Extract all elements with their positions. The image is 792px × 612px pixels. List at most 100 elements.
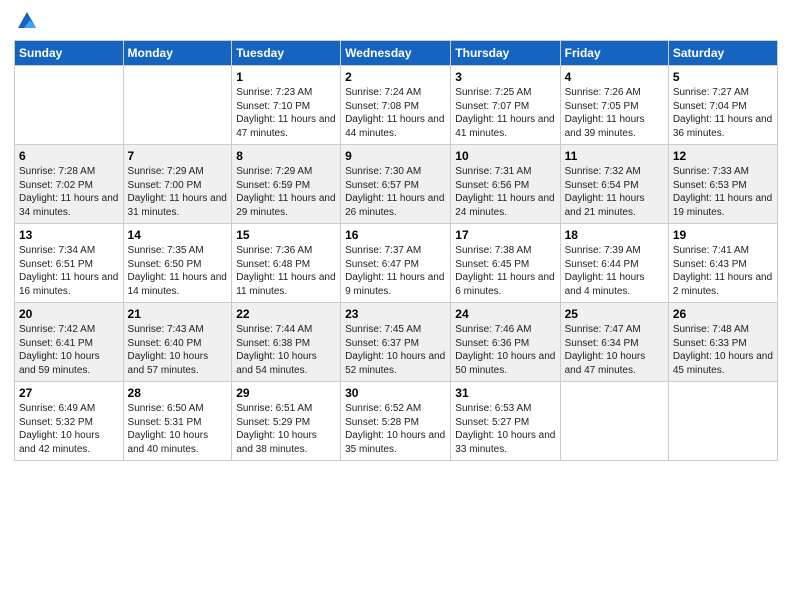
- calendar-week-4: 20Sunrise: 7:42 AMSunset: 6:41 PMDayligh…: [15, 303, 778, 382]
- day-number: 22: [236, 307, 336, 321]
- calendar-table: SundayMondayTuesdayWednesdayThursdayFrid…: [14, 40, 778, 461]
- day-info: Sunrise: 7:38 AMSunset: 6:45 PMDaylight:…: [455, 244, 555, 298]
- day-info: Sunrise: 7:35 AMSunset: 6:50 PMDaylight:…: [128, 244, 228, 298]
- day-info: Sunrise: 7:48 AMSunset: 6:33 PMDaylight:…: [673, 323, 773, 377]
- calendar-week-3: 13 Sunrise: 7:34 AMSunset: 6:51 PMDayligh…: [15, 224, 778, 303]
- calendar-cell: 13 Sunrise: 7:34 AMSunset: 6:51 PMDayligh…: [15, 224, 124, 303]
- calendar-cell: [15, 66, 124, 145]
- calendar-cell: 14 Sunrise: 7:35 AMSunset: 6:50 PMDayligh…: [123, 224, 232, 303]
- day-info: Sunrise: 6:51 AMSunset: 5:29 PMDaylight:…: [236, 402, 336, 456]
- day-info: Sunrise: 7:31 AMSunset: 6:56 PMDaylight:…: [455, 165, 555, 219]
- calendar-cell: 30Sunrise: 6:52 AMSunset: 5:28 PMDayligh…: [341, 382, 451, 461]
- day-number: 25: [565, 307, 664, 321]
- day-info: Sunrise: 7:41 AMSunset: 6:43 PMDaylight:…: [673, 244, 773, 298]
- day-number: 24: [455, 307, 555, 321]
- day-number: 30: [345, 386, 446, 400]
- calendar-cell: 12 Sunrise: 7:33 AMSunset: 6:53 PMDayligh…: [668, 145, 777, 224]
- calendar-header-sunday: Sunday: [15, 41, 124, 66]
- calendar-week-5: 27 Sunrise: 6:49 AMSunset: 5:32 PMDayligh…: [15, 382, 778, 461]
- calendar-cell: 19 Sunrise: 7:41 AMSunset: 6:43 PMDayligh…: [668, 224, 777, 303]
- calendar-body: 1Sunrise: 7:23 AMSunset: 7:10 PMDaylight…: [15, 66, 778, 461]
- day-info: Sunrise: 7:26 AMSunset: 7:05 PMDaylight:…: [565, 86, 664, 140]
- day-number: 31: [455, 386, 555, 400]
- day-number: 15: [236, 228, 336, 242]
- day-number: 14: [128, 228, 228, 242]
- page: SundayMondayTuesdayWednesdayThursdayFrid…: [0, 0, 792, 612]
- day-info: Sunrise: 7:25 AMSunset: 7:07 PMDaylight:…: [455, 86, 555, 140]
- day-number: 7: [128, 149, 228, 163]
- calendar-cell: 15 Sunrise: 7:36 AMSunset: 6:48 PMDayligh…: [232, 224, 341, 303]
- day-number: 17: [455, 228, 555, 242]
- calendar-cell: 26 Sunrise: 7:48 AMSunset: 6:33 PMDayligh…: [668, 303, 777, 382]
- day-info: Sunrise: 7:30 AMSunset: 6:57 PMDaylight:…: [345, 165, 446, 219]
- calendar-cell: 29 Sunrise: 6:51 AMSunset: 5:29 PMDayligh…: [232, 382, 341, 461]
- calendar-cell: 9 Sunrise: 7:30 AMSunset: 6:57 PMDaylight…: [341, 145, 451, 224]
- day-number: 19: [673, 228, 773, 242]
- day-info: Sunrise: 7:42 AMSunset: 6:41 PMDaylight:…: [19, 323, 119, 377]
- calendar-header-wednesday: Wednesday: [341, 41, 451, 66]
- day-number: 16: [345, 228, 446, 242]
- calendar-week-2: 6Sunrise: 7:28 AMSunset: 7:02 PMDaylight…: [15, 145, 778, 224]
- day-info: Sunrise: 6:50 AMSunset: 5:31 PMDaylight:…: [128, 402, 228, 456]
- calendar-cell: 6Sunrise: 7:28 AMSunset: 7:02 PMDaylight…: [15, 145, 124, 224]
- day-info: Sunrise: 7:29 AMSunset: 6:59 PMDaylight:…: [236, 165, 336, 219]
- day-number: 27: [19, 386, 119, 400]
- calendar-cell: 20Sunrise: 7:42 AMSunset: 6:41 PMDayligh…: [15, 303, 124, 382]
- calendar-cell: 10Sunrise: 7:31 AMSunset: 6:56 PMDayligh…: [451, 145, 560, 224]
- day-info: Sunrise: 7:29 AMSunset: 7:00 PMDaylight:…: [128, 165, 228, 219]
- day-number: 5: [673, 70, 773, 84]
- day-number: 4: [565, 70, 664, 84]
- calendar-cell: 2 Sunrise: 7:24 AMSunset: 7:08 PMDaylight…: [341, 66, 451, 145]
- calendar-header-row: SundayMondayTuesdayWednesdayThursdayFrid…: [15, 41, 778, 66]
- calendar-cell: 17 Sunrise: 7:38 AMSunset: 6:45 PMDayligh…: [451, 224, 560, 303]
- day-info: Sunrise: 7:47 AMSunset: 6:34 PMDaylight:…: [565, 323, 664, 377]
- day-info: Sunrise: 7:24 AMSunset: 7:08 PMDaylight:…: [345, 86, 446, 140]
- calendar-cell: [668, 382, 777, 461]
- calendar-cell: 16 Sunrise: 7:37 AMSunset: 6:47 PMDayligh…: [341, 224, 451, 303]
- calendar-cell: 3 Sunrise: 7:25 AMSunset: 7:07 PMDaylight…: [451, 66, 560, 145]
- day-number: 3: [455, 70, 555, 84]
- day-number: 6: [19, 149, 119, 163]
- calendar-cell: [123, 66, 232, 145]
- day-info: Sunrise: 7:33 AMSunset: 6:53 PMDaylight:…: [673, 165, 773, 219]
- day-info: Sunrise: 7:36 AMSunset: 6:48 PMDaylight:…: [236, 244, 336, 298]
- calendar-cell: 4 Sunrise: 7:26 AMSunset: 7:05 PMDaylight…: [560, 66, 668, 145]
- day-number: 12: [673, 149, 773, 163]
- day-number: 1: [236, 70, 336, 84]
- header: [14, 10, 778, 32]
- day-info: Sunrise: 7:45 AMSunset: 6:37 PMDaylight:…: [345, 323, 446, 377]
- day-number: 13: [19, 228, 119, 242]
- day-info: Sunrise: 6:49 AMSunset: 5:32 PMDaylight:…: [19, 402, 119, 456]
- calendar-cell: 22 Sunrise: 7:44 AMSunset: 6:38 PMDayligh…: [232, 303, 341, 382]
- calendar-week-1: 1Sunrise: 7:23 AMSunset: 7:10 PMDaylight…: [15, 66, 778, 145]
- day-info: Sunrise: 7:46 AMSunset: 6:36 PMDaylight:…: [455, 323, 555, 377]
- day-number: 18: [565, 228, 664, 242]
- calendar-header-friday: Friday: [560, 41, 668, 66]
- day-number: 29: [236, 386, 336, 400]
- day-info: Sunrise: 6:53 AMSunset: 5:27 PMDaylight:…: [455, 402, 555, 456]
- calendar-cell: 28Sunrise: 6:50 AMSunset: 5:31 PMDayligh…: [123, 382, 232, 461]
- calendar-cell: 11Sunrise: 7:32 AMSunset: 6:54 PMDayligh…: [560, 145, 668, 224]
- calendar-cell: [560, 382, 668, 461]
- calendar-cell: 7 Sunrise: 7:29 AMSunset: 7:00 PMDaylight…: [123, 145, 232, 224]
- day-info: Sunrise: 7:27 AMSunset: 7:04 PMDaylight:…: [673, 86, 773, 140]
- day-number: 2: [345, 70, 446, 84]
- day-info: Sunrise: 7:44 AMSunset: 6:38 PMDaylight:…: [236, 323, 336, 377]
- calendar-cell: 25 Sunrise: 7:47 AMSunset: 6:34 PMDayligh…: [560, 303, 668, 382]
- day-number: 11: [565, 149, 664, 163]
- day-number: 9: [345, 149, 446, 163]
- day-number: 26: [673, 307, 773, 321]
- calendar-cell: 8Sunrise: 7:29 AMSunset: 6:59 PMDaylight…: [232, 145, 341, 224]
- day-info: Sunrise: 7:43 AMSunset: 6:40 PMDaylight:…: [128, 323, 228, 377]
- calendar-header-saturday: Saturday: [668, 41, 777, 66]
- day-info: Sunrise: 7:39 AMSunset: 6:44 PMDaylight:…: [565, 244, 664, 298]
- logo: [14, 10, 38, 32]
- calendar-cell: 21Sunrise: 7:43 AMSunset: 6:40 PMDayligh…: [123, 303, 232, 382]
- day-info: Sunrise: 7:37 AMSunset: 6:47 PMDaylight:…: [345, 244, 446, 298]
- day-info: Sunrise: 7:34 AMSunset: 6:51 PMDaylight:…: [19, 244, 119, 298]
- calendar-header-tuesday: Tuesday: [232, 41, 341, 66]
- logo-icon: [16, 10, 38, 32]
- calendar-cell: 18 Sunrise: 7:39 AMSunset: 6:44 PMDayligh…: [560, 224, 668, 303]
- calendar-cell: 31 Sunrise: 6:53 AMSunset: 5:27 PMDayligh…: [451, 382, 560, 461]
- calendar-cell: 5 Sunrise: 7:27 AMSunset: 7:04 PMDaylight…: [668, 66, 777, 145]
